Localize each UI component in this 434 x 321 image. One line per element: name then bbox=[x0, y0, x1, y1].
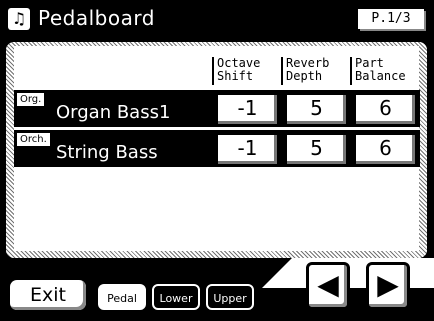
column-header-octave-shift: Octave Shift bbox=[212, 57, 260, 85]
part-name: Organ Bass1 bbox=[56, 102, 171, 123]
prev-page-icon: ◀ bbox=[317, 268, 339, 301]
column-header-reverb-depth: Reverb Depth bbox=[281, 57, 329, 85]
octave-shift-button[interactable]: -1 bbox=[216, 133, 279, 166]
tab-upper[interactable]: Upper bbox=[206, 284, 254, 310]
tab-lower[interactable]: Lower bbox=[152, 284, 200, 310]
title-bar: ♫ Pedalboard P.1/3 bbox=[0, 0, 434, 38]
column-header-part-balance: Part Balance bbox=[350, 57, 406, 85]
octave-shift-button[interactable]: -1 bbox=[216, 93, 279, 126]
reverb-depth-button[interactable]: 5 bbox=[285, 133, 348, 166]
next-page-icon: ▶ bbox=[377, 268, 399, 301]
part-row-organ-bass[interactable]: Org. Organ Bass1 bbox=[14, 90, 212, 127]
tab-pedal[interactable]: Pedal bbox=[98, 284, 146, 310]
page-indicator: P.1/3 bbox=[358, 9, 424, 29]
music-note-icon: ♫ bbox=[8, 8, 30, 30]
exit-button[interactable]: Exit bbox=[10, 280, 86, 310]
part-balance-button[interactable]: 6 bbox=[354, 93, 417, 126]
page-title: Pedalboard bbox=[38, 6, 155, 30]
part-category-tag: Org. bbox=[17, 93, 45, 106]
part-category-tag: Orch. bbox=[17, 133, 50, 146]
reverb-depth-button[interactable]: 5 bbox=[285, 93, 348, 126]
part-balance-button[interactable]: 6 bbox=[354, 133, 417, 166]
prev-page-button[interactable]: ◀ bbox=[306, 262, 350, 310]
part-name: String Bass bbox=[56, 142, 158, 163]
part-row-string-bass[interactable]: Orch. String Bass bbox=[14, 130, 212, 167]
next-page-button[interactable]: ▶ bbox=[366, 262, 410, 310]
